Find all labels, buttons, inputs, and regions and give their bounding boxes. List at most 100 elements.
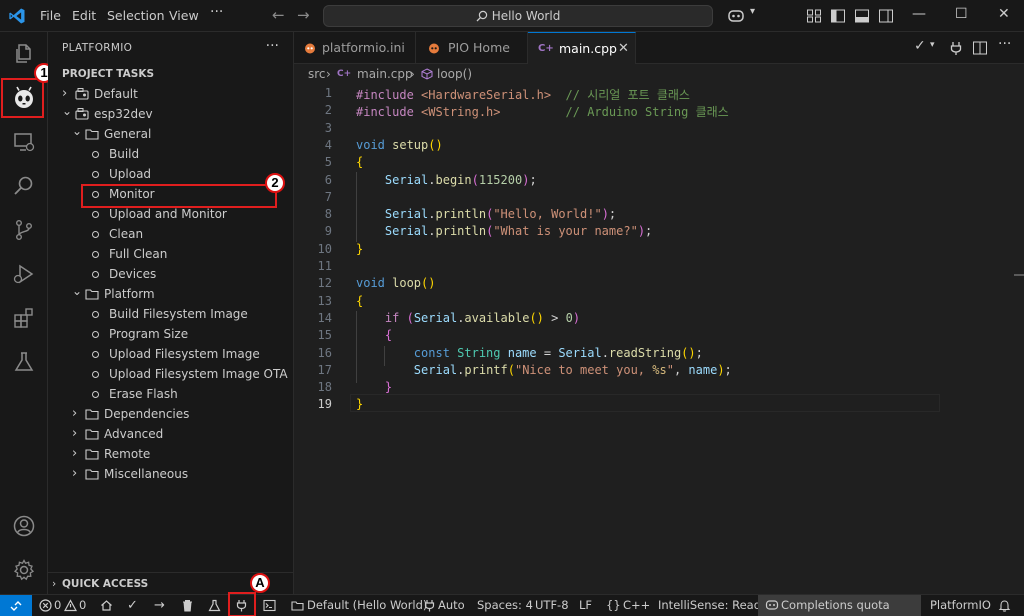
code-line[interactable]: }: [356, 242, 363, 256]
tree-item-devices[interactable]: Devices: [48, 264, 293, 284]
customize-layout-icon[interactable]: [806, 8, 822, 24]
code-line[interactable]: void loop(): [356, 276, 435, 290]
pio-home-icon[interactable]: [100, 599, 113, 612]
code-line[interactable]: Serial.printf("Nice to meet you, %s", na…: [356, 363, 732, 377]
task-circle-icon: [92, 251, 99, 258]
pio-upload-arrow-icon[interactable]: →: [154, 595, 165, 616]
tab-main-cpp[interactable]: C+ main.cpp ✕: [528, 32, 636, 64]
tree-item-platform[interactable]: ⌄ Platform: [48, 284, 293, 304]
sidebar-more-actions-icon[interactable]: ···: [266, 38, 279, 54]
code-line[interactable]: }: [356, 380, 392, 394]
more-actions-icon[interactable]: ···: [998, 36, 1014, 52]
warning-count[interactable]: 0: [79, 595, 86, 616]
language-mode[interactable]: C++: [623, 595, 650, 616]
chevron-down-icon[interactable]: ▾: [930, 40, 946, 56]
tree-item-clean[interactable]: Clean: [48, 224, 293, 244]
tree-item-program-size[interactable]: Program Size: [48, 324, 293, 344]
more-menu-icon[interactable]: ···: [210, 4, 223, 20]
testing-flask-icon[interactable]: [12, 350, 36, 374]
code-line[interactable]: }: [356, 397, 363, 411]
copilot-icon[interactable]: [726, 8, 746, 24]
toggle-secondary-sidebar-icon[interactable]: [878, 8, 894, 24]
breadcrumb-folder[interactable]: src: [308, 64, 326, 84]
pio-test-flask-icon[interactable]: [208, 599, 221, 612]
tree-item-build[interactable]: Build: [48, 144, 293, 164]
chevron-right-icon: ›: [72, 426, 78, 441]
tree-item-remote[interactable]: › Remote: [48, 444, 293, 464]
back-arrow-icon[interactable]: ←: [272, 6, 285, 24]
forward-arrow-icon[interactable]: →: [297, 6, 310, 24]
serial-plug-icon[interactable]: [948, 40, 964, 56]
close-window-icon[interactable]: ✕: [998, 6, 1010, 22]
close-tab-icon[interactable]: ✕: [618, 33, 629, 65]
menu-selection[interactable]: Selection: [107, 8, 165, 23]
pio-clean-trash-icon[interactable]: [181, 599, 194, 612]
minimize-icon[interactable]: —: [912, 6, 926, 22]
explorer-icon[interactable]: [12, 42, 36, 66]
code-line[interactable]: void setup(): [356, 138, 443, 152]
code-line[interactable]: const String name = Serial.readString();: [356, 346, 703, 360]
code-line[interactable]: Serial.println("Hello, World!");: [356, 207, 616, 221]
task-circle-icon: [92, 271, 99, 278]
end-of-line[interactable]: LF: [579, 595, 592, 616]
tree-item-build-filesystem-image[interactable]: Build Filesystem Image: [48, 304, 293, 324]
maximize-icon[interactable]: ☐: [955, 6, 968, 22]
code-line[interactable]: #include <HardwareSerial.h> // 시리얼 포트 클래…: [356, 86, 690, 103]
port-auto[interactable]: Auto: [438, 595, 465, 616]
scrollbar-marker[interactable]: [1014, 274, 1024, 276]
run-debug-icon[interactable]: [12, 262, 36, 286]
tree-item-full-clean[interactable]: Full Clean: [48, 244, 293, 264]
tree-item-upload-filesystem-image-ota[interactable]: Upload Filesystem Image OTA: [48, 364, 293, 384]
code-line[interactable]: Serial.println("What is your name?");: [356, 224, 652, 238]
source-control-icon[interactable]: [12, 218, 36, 242]
completions-status[interactable]: Completions quota reached: [758, 595, 921, 616]
tree-item-erase-flash[interactable]: Erase Flash: [48, 384, 293, 404]
command-center-search[interactable]: Hello World: [323, 5, 713, 27]
code-editor[interactable]: 1 #include <HardwareSerial.h> // 시리얼 포트 클…: [294, 84, 1024, 594]
platformio-status[interactable]: PlatformIO: [930, 595, 991, 616]
remote-explorer-icon[interactable]: [12, 130, 36, 154]
tree-item-esp32dev[interactable]: ⌄ esp32dev: [48, 104, 293, 124]
remote-indicator[interactable]: [0, 595, 32, 616]
code-line[interactable]: {: [356, 294, 363, 308]
code-line[interactable]: {: [356, 155, 363, 169]
tree-item-default[interactable]: › Default: [48, 84, 293, 104]
breadcrumb-symbol[interactable]: loop(): [437, 64, 472, 84]
menu-file[interactable]: File: [40, 8, 61, 23]
search-icon[interactable]: [12, 174, 36, 198]
copilot-dropdown-icon[interactable]: ▾: [750, 6, 766, 22]
encoding[interactable]: UTF-8: [535, 595, 569, 616]
tab-platformio-ini[interactable]: platformio.ini: [294, 32, 416, 64]
pio-terminal-icon[interactable]: [263, 599, 276, 612]
code-line[interactable]: {: [356, 328, 392, 342]
notification-bell-icon[interactable]: [998, 599, 1011, 612]
completions-label: Completions quota reached: [781, 598, 890, 612]
pio-build-check-icon[interactable]: ✓: [127, 595, 138, 616]
checkmark-icon[interactable]: ✓: [914, 38, 930, 54]
tab-pio-home[interactable]: PIO Home: [416, 32, 528, 64]
code-line[interactable]: Serial.begin(115200);: [356, 173, 537, 187]
intellisense-status[interactable]: IntelliSense: Ready: [658, 595, 768, 616]
tree-item-miscellaneous[interactable]: › Miscellaneous: [48, 464, 293, 484]
error-count[interactable]: 0: [54, 595, 61, 616]
toggle-panel-icon[interactable]: [854, 8, 870, 24]
code-token: #include: [356, 88, 422, 102]
tree-item-upload[interactable]: Upload: [48, 164, 293, 184]
code-line[interactable]: #include <WString.h> // Arduino String 클…: [356, 103, 729, 120]
settings-gear-icon[interactable]: [12, 558, 36, 582]
toggle-primary-sidebar-icon[interactable]: [830, 8, 846, 24]
indentation[interactable]: Spaces: 4: [477, 595, 533, 616]
menu-view[interactable]: View: [169, 8, 199, 23]
breadcrumb-file[interactable]: main.cpp: [357, 64, 413, 84]
split-editor-icon[interactable]: [972, 40, 988, 56]
tree-item-general[interactable]: ⌄ General: [48, 124, 293, 144]
tree-item-dependencies[interactable]: › Dependencies: [48, 404, 293, 424]
project-tasks-header[interactable]: PROJECT TASKS: [62, 68, 154, 80]
project-env-switcher[interactable]: Default (Hello World): [307, 595, 427, 616]
extensions-icon[interactable]: [12, 306, 36, 330]
code-line[interactable]: if (Serial.available() > 0): [356, 311, 580, 325]
accounts-icon[interactable]: [12, 514, 36, 538]
menu-edit[interactable]: Edit: [72, 8, 96, 23]
tree-item-advanced[interactable]: › Advanced: [48, 424, 293, 444]
tree-item-upload-filesystem-image[interactable]: Upload Filesystem Image: [48, 344, 293, 364]
